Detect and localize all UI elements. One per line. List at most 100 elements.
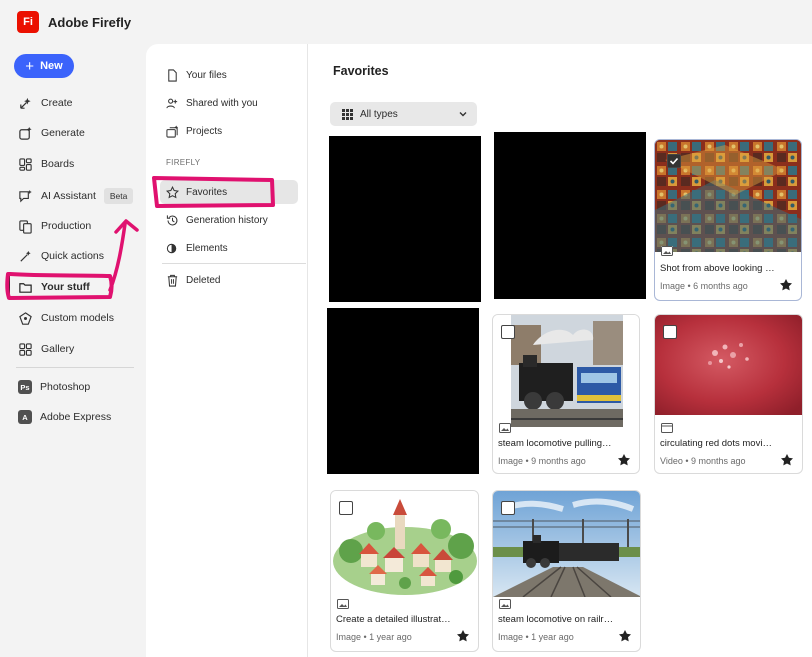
subnav-item-elements[interactable]: Elements xyxy=(160,236,298,260)
main-panel: Your files Shared with you Projects FIRE… xyxy=(146,44,812,657)
rail-item-gallery[interactable]: Gallery xyxy=(18,337,140,361)
rail-item-label: Photoshop xyxy=(40,381,91,393)
generate-icon xyxy=(19,126,32,140)
select-checkbox[interactable] xyxy=(663,325,677,339)
asset-type: Image xyxy=(498,456,524,466)
subnav-item-generation-history[interactable]: Generation history xyxy=(160,208,298,232)
left-rail: + New Create Generate Boards AI Assistan… xyxy=(0,44,146,657)
asset-caption: Shot from above looking do... xyxy=(660,263,775,274)
firefly-section-heading: FIREFLY xyxy=(166,158,201,167)
image-type-icon xyxy=(499,599,511,609)
subnav-item-projects[interactable]: Projects xyxy=(160,119,298,143)
rail-item-create[interactable]: Create xyxy=(18,91,140,115)
rail-item-generate[interactable]: Generate xyxy=(18,121,140,145)
asset-card[interactable]: Create a detailed illustration ... Image… xyxy=(330,490,479,652)
page-title: Favorites xyxy=(333,64,389,78)
select-checkbox[interactable] xyxy=(501,325,515,339)
asset-card[interactable]: steam locomotive pulling pa... Image • 9… xyxy=(492,314,640,474)
checkmark-icon xyxy=(668,155,680,167)
subnav-item-label: Projects xyxy=(186,125,223,137)
production-icon xyxy=(19,219,32,234)
type-filter-dropdown[interactable]: All types xyxy=(330,102,477,126)
asset-type: Image xyxy=(498,632,524,642)
favorite-star-icon[interactable] xyxy=(780,453,794,467)
gallery-icon xyxy=(19,342,32,356)
rail-item-production[interactable]: Production xyxy=(18,214,140,238)
adobe-express-icon: A xyxy=(18,410,32,424)
asset-thumbnail xyxy=(655,315,802,415)
subnav-divider xyxy=(162,263,306,264)
redacted-thumbnail[interactable] xyxy=(327,308,479,474)
firefly-logo[interactable]: Fi xyxy=(17,11,39,33)
rail-item-label: Production xyxy=(41,220,92,232)
star-icon xyxy=(166,185,179,198)
asset-card[interactable]: Shot from above looking do... Image • 6 … xyxy=(654,139,802,301)
elements-icon xyxy=(166,243,177,253)
rail-item-ai-assistant[interactable]: AI Assistant Beta xyxy=(18,184,140,208)
create-icon xyxy=(20,97,31,109)
select-checkbox[interactable] xyxy=(339,501,353,515)
ai-assistant-icon xyxy=(19,189,32,203)
subnav-item-label: Favorites xyxy=(186,186,228,198)
asset-thumbnail xyxy=(493,315,639,427)
subnav-item-deleted[interactable]: Deleted xyxy=(160,268,298,292)
asset-age: 9 months ago xyxy=(691,456,746,466)
subnav-item-label: Shared with you xyxy=(186,97,258,109)
subnav-item-your-files[interactable]: Your files xyxy=(160,63,298,87)
rail-item-quick-actions[interactable]: Quick actions xyxy=(18,244,140,268)
rail-item-label: Gallery xyxy=(41,343,75,355)
asset-caption: steam locomotive on railroa... xyxy=(498,614,614,625)
select-checkbox[interactable] xyxy=(501,501,515,515)
rail-item-label: Your stuff xyxy=(41,281,90,293)
asset-age: 1 year ago xyxy=(369,632,412,642)
asset-thumbnail xyxy=(493,491,640,597)
rail-divider xyxy=(16,367,134,368)
plus-icon: + xyxy=(25,57,35,75)
new-button[interactable]: + New xyxy=(14,54,74,78)
asset-caption: steam locomotive pulling pa... xyxy=(498,438,613,449)
new-button-label: New xyxy=(40,60,63,72)
asset-card[interactable]: steam locomotive on railroa... Image • 1… xyxy=(492,490,641,652)
beta-badge: Beta xyxy=(103,188,134,204)
history-icon xyxy=(166,214,178,225)
rail-item-your-stuff[interactable]: Your stuff xyxy=(18,275,140,299)
app-title: Adobe Firefly xyxy=(48,14,132,30)
subnav-item-shared[interactable]: Shared with you xyxy=(160,91,298,115)
favorite-star-icon[interactable] xyxy=(617,453,631,467)
photoshop-icon: Ps xyxy=(18,380,32,394)
rail-item-adobe-express[interactable]: A Adobe Express xyxy=(18,405,140,429)
folder-icon xyxy=(19,282,32,293)
redacted-thumbnail[interactable] xyxy=(329,136,481,302)
asset-thumbnail xyxy=(331,491,478,595)
asset-meta: Image • 9 months ago xyxy=(498,456,586,466)
asset-card[interactable]: circulating red dots moving a... Video •… xyxy=(654,314,803,474)
favorite-star-icon[interactable] xyxy=(779,278,793,292)
favorite-star-icon[interactable] xyxy=(456,629,470,643)
asset-meta: Image • 6 months ago xyxy=(660,281,748,291)
projects-icon xyxy=(166,124,178,138)
select-checkbox[interactable] xyxy=(667,154,681,168)
redacted-thumbnail[interactable] xyxy=(494,132,646,299)
rail-item-photoshop[interactable]: Ps Photoshop xyxy=(18,375,140,399)
rail-item-label: Custom models xyxy=(41,312,114,324)
asset-meta: Video • 9 months ago xyxy=(660,456,746,466)
top-bar: Fi Adobe Firefly xyxy=(0,0,812,44)
favorite-star-icon[interactable] xyxy=(618,629,632,643)
grid-icon xyxy=(342,108,353,120)
image-type-icon xyxy=(499,423,511,433)
custom-models-icon xyxy=(19,311,32,325)
file-icon xyxy=(168,68,177,82)
rail-item-label: Generate xyxy=(41,127,85,139)
asset-caption: Create a detailed illustration ... xyxy=(336,614,452,625)
asset-age: 1 year ago xyxy=(531,632,574,642)
image-type-icon xyxy=(337,599,349,609)
rail-item-boards[interactable]: Boards xyxy=(18,152,140,176)
active-indicator xyxy=(8,276,10,294)
subnav-item-favorites[interactable]: Favorites xyxy=(160,180,298,204)
rail-item-custom-models[interactable]: Custom models xyxy=(18,306,140,330)
asset-age: 9 months ago xyxy=(531,456,586,466)
shared-icon xyxy=(166,98,178,108)
rail-item-label: Quick actions xyxy=(41,250,105,262)
quick-actions-icon xyxy=(20,250,31,262)
subnav-item-label: Your files xyxy=(186,69,227,81)
